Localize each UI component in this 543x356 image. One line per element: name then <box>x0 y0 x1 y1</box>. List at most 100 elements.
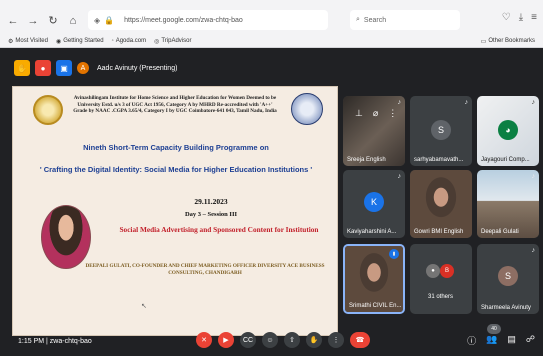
muted-mic-icon: ♪ <box>397 99 402 106</box>
muted-mic-icon: ♪ <box>397 173 402 180</box>
call-controls: ✕ ▶ CC ☺ ⇧ ✋ ⋮ ☎ <box>196 332 370 348</box>
participant-tile[interactable]: ▮ Srimathi CIVIL En... <box>343 244 405 314</box>
search-input[interactable]: ⌕ Search <box>350 10 460 30</box>
participant-name: Deepali Gulati <box>481 229 519 235</box>
more-options-icon[interactable]: ⋮ <box>328 332 344 348</box>
bookmark-getting-started[interactable]: ◉ Getting Started <box>56 38 104 45</box>
participant-tile[interactable]: ◕ ♪ Jayagouri Comp... <box>477 96 539 166</box>
participant-video <box>410 170 472 238</box>
muted-mic-icon: ♪ <box>531 99 536 106</box>
tile-controls: ⊥ ⌀ ⋮ <box>355 108 397 119</box>
participant-name: Sharmeela Avinuty <box>481 305 531 311</box>
bookmark-agoda[interactable]: ◦ Agoda.com <box>112 38 147 44</box>
participant-avatar: K <box>364 192 384 212</box>
muted-mic-icon: ♪ <box>531 173 536 180</box>
browser-toolbar: ← → ↻ ⌂ ◈ 🔒 https://meet.google.com/zwa-… <box>0 0 543 48</box>
browser-right-icons: ♡ ⤓ ≡ <box>502 12 537 23</box>
reload-icon[interactable]: ↻ <box>46 14 60 28</box>
slide-session: Day 3 – Session III <box>184 211 237 218</box>
chat-icon[interactable]: ▤ <box>507 334 516 347</box>
presenter-avatar-icon: A <box>77 62 89 74</box>
download-icon[interactable]: ⤓ <box>519 12 523 23</box>
pin-icon[interactable]: ⊥ <box>355 108 363 119</box>
participant-name: Gowri BMI English <box>414 229 464 235</box>
meeting-controls-bar: 1:15 PM | zwa-chtq-bao ✕ ▶ CC ☺ ⇧ ✋ ⋮ ☎ … <box>0 324 543 356</box>
mute-icon[interactable]: ⌀ <box>373 108 378 119</box>
address-bar[interactable]: ◈ 🔒 https://meet.google.com/zwa-chtq-bao <box>88 10 328 30</box>
speaking-icon: ▮ <box>389 249 399 259</box>
hand-icon[interactable]: ✋ <box>14 60 30 76</box>
people-icon[interactable]: 👥 <box>486 334 497 347</box>
presenter-label: Aadc Avinuty (Presenting) <box>97 64 178 72</box>
meet-window: ✋ ● ▣ A Aadc Avinuty (Presenting) Avinas… <box>0 48 543 356</box>
agoda-icon: ◦ <box>111 38 114 44</box>
participant-tile[interactable]: S ♪ Sharmeela Avinuty <box>477 244 539 314</box>
slide-date: 29.11.2023 <box>194 197 228 206</box>
participant-tile-others[interactable]: ● B 31 others <box>410 244 472 314</box>
profile-image-icon: ◕ <box>498 120 518 140</box>
bookmark-most-visited[interactable]: ⚙ Most Visited <box>8 38 48 45</box>
participant-avatar: S <box>431 120 451 140</box>
naac-logo <box>291 93 323 125</box>
meeting-side-controls: ⓘ 👥 ▤ ☍ <box>467 334 535 347</box>
participant-name: sarhyabamavath... <box>414 157 464 163</box>
slide-topic: Social Media Advertising and Sponsored C… <box>119 225 319 234</box>
present-now-icon[interactable]: ⇧ <box>284 332 300 348</box>
presentation-toolbar: ✋ ● ▣ A Aadc Avinuty (Presenting) <box>14 60 177 76</box>
participant-name: Srimathi CIVIL En... <box>349 303 402 309</box>
participant-tile[interactable]: K ♪ Kaviyaharshini A... <box>343 170 405 238</box>
participant-video <box>477 170 539 238</box>
leave-call-button[interactable]: ☎ <box>350 332 370 348</box>
pocket-icon[interactable]: ♡ <box>502 12 511 23</box>
activities-icon[interactable]: ☍ <box>526 334 535 347</box>
others-avatar-icon: ● <box>426 264 440 278</box>
forward-icon[interactable]: → <box>26 14 40 28</box>
search-placeholder: Search <box>363 16 387 24</box>
home-icon[interactable]: ⌂ <box>66 14 80 28</box>
more-options-icon[interactable]: ⋮ <box>388 108 397 119</box>
participant-count-badge: 40 <box>487 324 501 334</box>
institution-text: Avinashilingam Institute for Home Scienc… <box>73 95 277 115</box>
others-count: 31 others <box>428 294 454 300</box>
firefox-icon: ◉ <box>55 38 62 45</box>
raise-hand-icon[interactable]: ✋ <box>306 332 322 348</box>
shield-icon: ◈ <box>94 15 101 25</box>
participant-avatar: S <box>498 266 518 286</box>
back-icon[interactable]: ← <box>6 14 20 28</box>
muted-mic-icon: ♪ <box>464 99 469 106</box>
participant-name: Sreeja English <box>347 157 386 163</box>
participant-name: Kaviyaharshini A... <box>347 229 397 235</box>
participant-tile[interactable]: Gowri BMI English <box>410 170 472 238</box>
participant-video <box>343 96 405 166</box>
participant-name: Jayagouri Comp... <box>481 157 530 163</box>
muted-mic-icon: ♪ <box>531 247 536 254</box>
mic-off-icon[interactable]: ✕ <box>196 332 212 348</box>
search-icon: ⌕ <box>356 16 360 23</box>
tripadvisor-icon: ◎ <box>154 38 160 45</box>
participant-tile[interactable]: ♪ Deepali Gulati <box>477 170 539 238</box>
participant-tile[interactable]: ⊥ ⌀ ⋮ ♪ Sreeja English <box>343 96 405 166</box>
speaker-credentials: DEEPALI GULATI, CO-FOUNDER AND CHIEF MAR… <box>85 263 325 276</box>
programme-theme: ' Crafting the Digital Identity: Social … <box>39 165 313 174</box>
folder-icon: ▭ <box>480 38 487 45</box>
programme-title: Nineth Short-Term Capacity Building Prog… <box>83 143 269 152</box>
university-logo <box>33 95 63 125</box>
captions-icon[interactable]: CC <box>240 332 256 348</box>
participant-tile[interactable]: S ♪ sarhyabamavath... <box>410 96 472 166</box>
shared-slide: Avinashilingam Institute for Home Scienc… <box>12 86 338 336</box>
participant-avatar: B <box>440 264 454 278</box>
bookmark-tripadvisor[interactable]: ◎ TripAdvisor <box>154 38 191 45</box>
browser-nav-row: ← → ↻ ⌂ ◈ 🔒 https://meet.google.com/zwa-… <box>0 10 543 32</box>
info-icon[interactable]: ⓘ <box>467 334 476 347</box>
url-text: https://meet.google.com/zwa-chtq-bao <box>124 16 243 24</box>
camera-off-icon[interactable]: ▶ <box>218 332 234 348</box>
bookmarks-bar: ⚙ Most Visited ◉ Getting Started ◦ Agoda.co… <box>0 34 543 48</box>
emoji-icon[interactable]: ☺ <box>262 332 278 348</box>
present-icon[interactable]: ▣ <box>56 60 72 76</box>
other-bookmarks[interactable]: ▭ Other Bookmarks <box>481 38 535 45</box>
menu-icon[interactable]: ≡ <box>531 12 537 23</box>
bookmark-icon: ⚙ <box>8 38 14 45</box>
lock-icon: 🔒 <box>104 15 115 25</box>
mouse-pointer-icon: ↖ <box>141 303 147 310</box>
record-icon[interactable]: ● <box>35 60 51 76</box>
